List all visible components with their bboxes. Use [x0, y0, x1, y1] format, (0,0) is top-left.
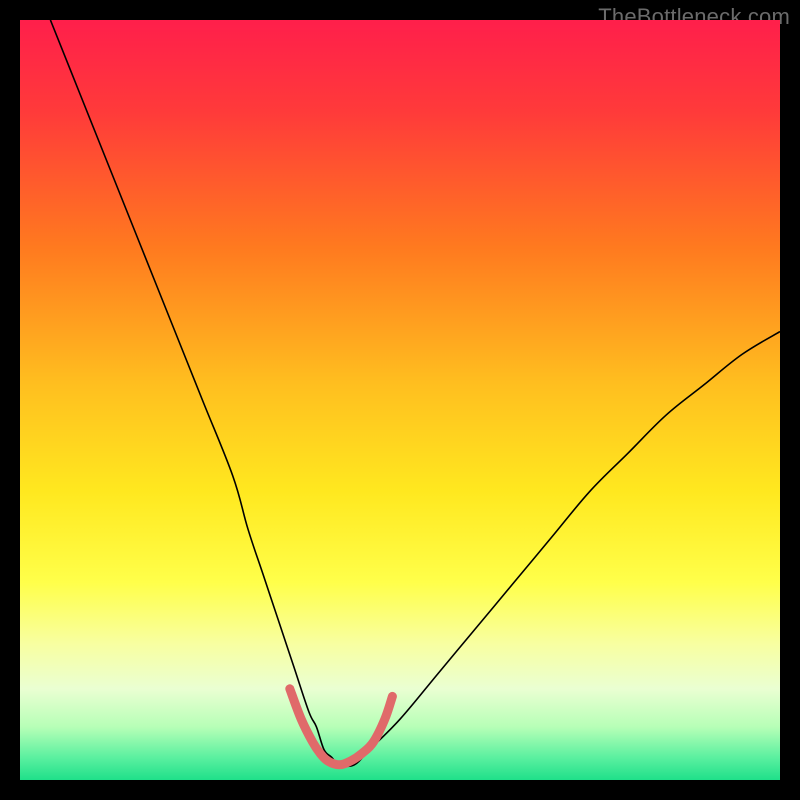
chart-frame: TheBottleneck.com: [0, 0, 800, 800]
chart-background: [20, 20, 780, 780]
chart-svg: [20, 20, 780, 780]
chart-plot-area: [20, 20, 780, 780]
